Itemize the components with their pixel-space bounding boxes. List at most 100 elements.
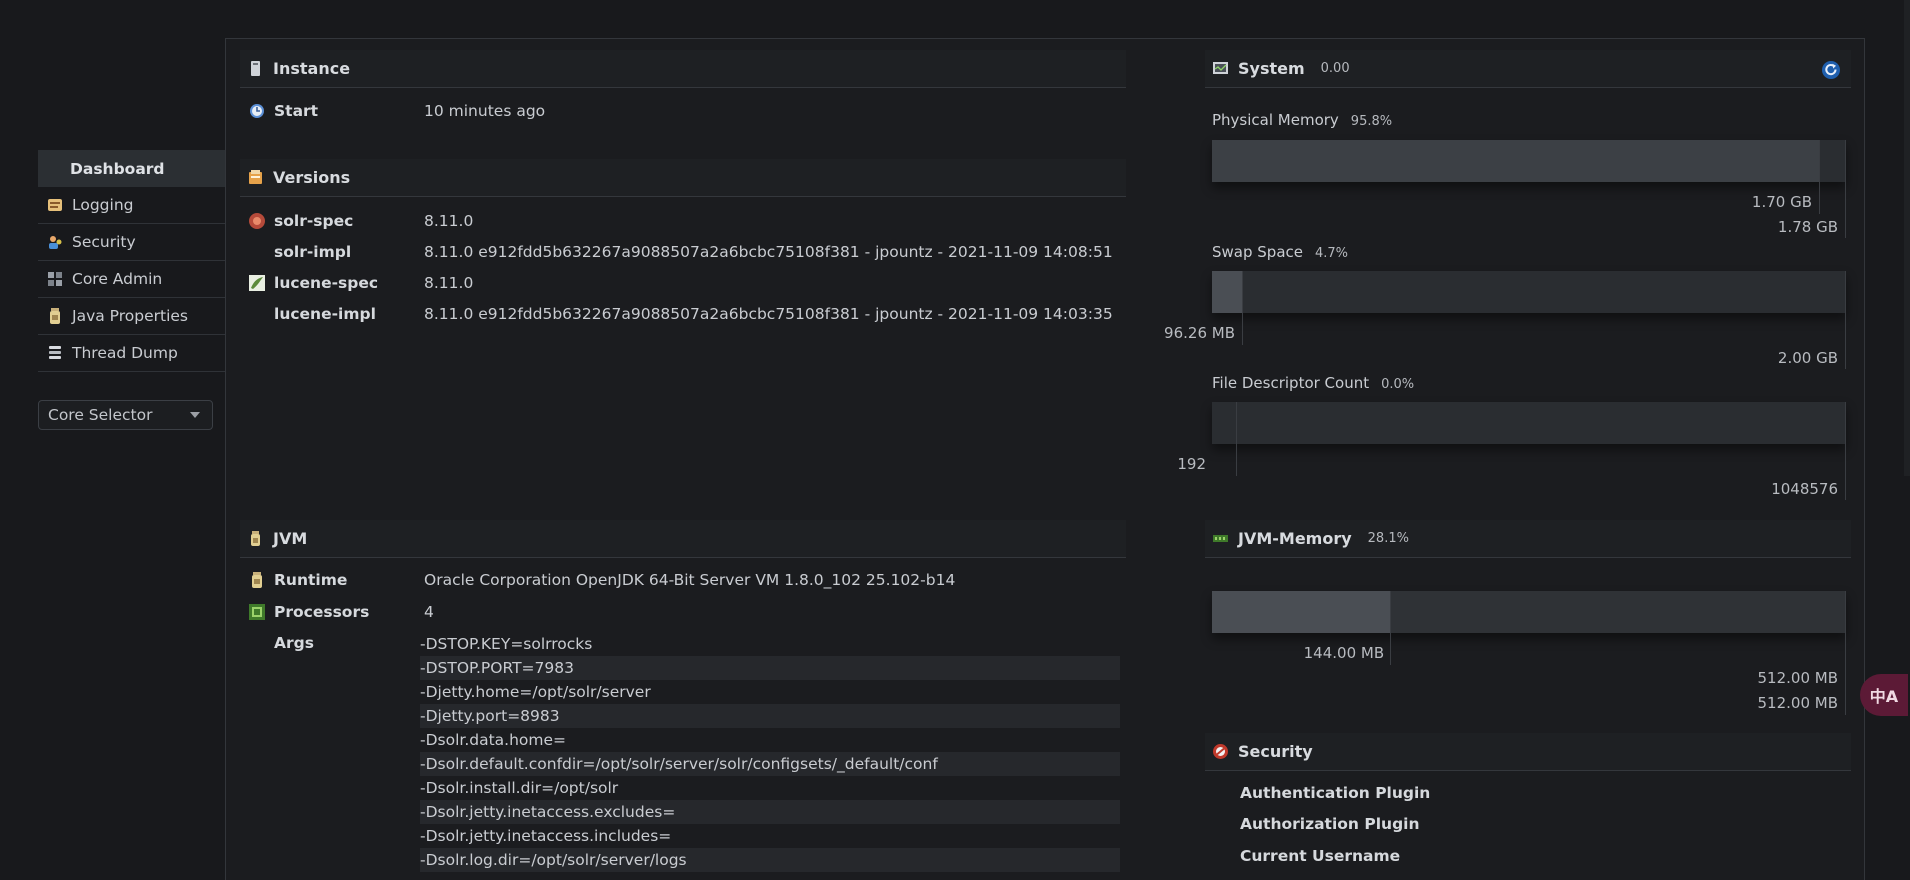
system-title: System xyxy=(1238,59,1305,78)
physical-memory-total-tick xyxy=(1845,140,1846,238)
version-label: lucene-spec xyxy=(274,274,379,292)
runtime-value: Oracle Corporation OpenJDK 64-Bit Server… xyxy=(424,571,956,589)
swap-space-percent: 4.7% xyxy=(1314,246,1349,261)
arg-item: -Dsolr.default.confdir=/opt/solr/server/… xyxy=(420,752,1120,776)
version-value: 8.11.0 e912fdd5b632267a9088507a2a6bcbc75… xyxy=(424,305,1113,323)
version-value: 8.11.0 e912fdd5b632267a9088507a2a6bcbc75… xyxy=(424,243,1113,261)
authorization-plugin-label: Authorization Plugin xyxy=(1240,815,1420,833)
jvm-memory-max: 512.00 MB xyxy=(1757,694,1839,712)
security-block-icon xyxy=(1213,744,1228,759)
file-descriptor-label: File Descriptor Count 0.0% xyxy=(1212,374,1414,392)
versions-header: Versions xyxy=(240,159,1126,197)
physical-memory-used: 1.70 GB xyxy=(1751,193,1812,211)
version-row-lucene-impl: lucene-impl 8.11.0 e912fdd5b632267a90885… xyxy=(248,301,1118,327)
sidebar-item-label: Dashboard xyxy=(70,159,165,178)
swap-space-used: 96.26 MB xyxy=(1164,324,1235,342)
physical-memory-used-tick xyxy=(1819,140,1821,214)
args-label: Args xyxy=(274,634,314,652)
arg-item: -Dsolr.data.home= xyxy=(420,731,567,749)
system-monitor-icon xyxy=(1213,62,1228,74)
jvm-memory-used-tick xyxy=(1390,591,1392,665)
thread-dump-icon xyxy=(49,346,61,359)
version-row-solr-spec: solr-spec 8.11.0 xyxy=(248,208,1118,234)
security-header: Security xyxy=(1205,733,1851,771)
jvm-header: JVM xyxy=(240,520,1126,558)
arg-item: -DSTOP.KEY=solrrocks xyxy=(420,635,593,653)
sidebar-item-logging[interactable]: Logging xyxy=(38,187,225,224)
swap-space-label: Swap Space 4.7% xyxy=(1212,243,1348,261)
swap-space-total: 2.00 GB xyxy=(1777,349,1838,367)
scrollbar[interactable] xyxy=(1904,0,1910,476)
file-descriptor-percent: 0.0% xyxy=(1381,377,1415,392)
arg-item: -Dsolr.log.dir=/opt/solr/server/logs xyxy=(420,848,1120,872)
file-descriptor-title: File Descriptor Count xyxy=(1212,374,1370,392)
version-value: 8.11.0 xyxy=(424,212,474,230)
versions-icon xyxy=(249,170,262,184)
arg-item: -Djetty.home=/opt/solr/server xyxy=(420,683,651,701)
security-icon xyxy=(49,236,62,249)
file-descriptor-total-tick xyxy=(1845,402,1846,500)
solr-icon xyxy=(249,213,265,229)
sidebar-item-label: Logging xyxy=(72,196,134,214)
refresh-icon[interactable] xyxy=(1821,60,1841,80)
instance-header: Instance xyxy=(240,50,1126,88)
jvm-processors-row: Processors 4 xyxy=(248,599,1118,625)
sidebar-item-thread-dump[interactable]: Thread Dump xyxy=(38,335,225,372)
sidebar-item-label: Core Admin xyxy=(72,270,163,288)
clock-icon xyxy=(250,104,264,118)
lucene-icon xyxy=(249,275,265,291)
jvm-memory-committed: 512.00 MB xyxy=(1757,669,1839,687)
jvm-memory-percent: 28.1% xyxy=(1367,531,1409,546)
logging-icon xyxy=(48,199,62,211)
jvm-args-list: -DSTOP.KEY=solrrocks -DSTOP.PORT=7983 -D… xyxy=(420,632,1120,872)
security-title: Security xyxy=(1238,742,1313,761)
version-row-lucene-spec: lucene-spec 8.11.0 xyxy=(248,270,1118,296)
version-value: 8.11.0 xyxy=(424,274,474,292)
sidebar-nav: Dashboard Logging Security Core Admin Ja… xyxy=(38,150,225,372)
jvm-args-label-row: Args xyxy=(248,630,418,656)
runtime-label: Runtime xyxy=(274,571,348,589)
sidebar-item-label: Java Properties xyxy=(72,307,189,325)
sidebar-item-dashboard[interactable]: Dashboard xyxy=(38,150,225,187)
jvm-memory-max-tick xyxy=(1845,591,1846,715)
java-icon xyxy=(252,572,262,588)
system-header: System 0.00 xyxy=(1205,50,1851,88)
file-descriptor-used-tick xyxy=(1236,402,1237,476)
sidebar-item-java-properties[interactable]: Java Properties xyxy=(38,298,225,335)
java-icon xyxy=(251,531,260,546)
system-load: 0.00 xyxy=(1320,61,1350,76)
sidebar-item-security[interactable]: Security xyxy=(38,224,225,261)
memory-icon xyxy=(1213,535,1228,542)
swap-space-used-tick xyxy=(1241,271,1243,345)
arg-item: -DSTOP.PORT=7983 xyxy=(420,656,1120,680)
sidebar-item-label: Security xyxy=(72,233,136,251)
physical-memory-fill xyxy=(1212,140,1820,182)
version-row-solr-impl: solr-impl 8.11.0 e912fdd5b632267a9088507… xyxy=(248,239,1118,265)
file-descriptor-total: 1048576 xyxy=(1771,480,1838,498)
sidebar-item-label: Thread Dump xyxy=(72,344,178,362)
chevron-down-icon xyxy=(190,412,200,418)
swap-space-bar xyxy=(1212,271,1846,313)
file-descriptor-bar xyxy=(1212,402,1846,444)
core-selector-dropdown[interactable]: Core Selector xyxy=(38,400,213,430)
jvm-memory-header: JVM-Memory 28.1% xyxy=(1205,520,1851,558)
swap-space-total-tick xyxy=(1845,271,1846,369)
arg-item: -Dsolr.install.dir=/opt/solr xyxy=(420,779,619,797)
authentication-plugin-label: Authentication Plugin xyxy=(1240,784,1431,802)
core-admin-icon xyxy=(48,272,62,286)
jvm-title: JVM xyxy=(273,529,308,548)
jvm-memory-title: JVM-Memory xyxy=(1238,529,1352,548)
file-descriptor-used: 192 xyxy=(1177,455,1206,473)
version-label: solr-spec xyxy=(274,212,354,230)
current-username-label: Current Username xyxy=(1240,847,1401,865)
jvm-memory-used: 144.00 MB xyxy=(1303,644,1385,662)
sidebar-item-core-admin[interactable]: Core Admin xyxy=(38,261,225,298)
arg-item: -Dsolr.jetty.inetaccess.includes= xyxy=(420,827,672,845)
core-selector-label: Core Selector xyxy=(48,406,153,424)
translate-button[interactable]: 中A xyxy=(1860,674,1908,716)
jvm-memory-used-fill xyxy=(1212,591,1391,633)
version-label: lucene-impl xyxy=(274,305,376,323)
arg-item: -Djetty.port=8983 xyxy=(420,704,1120,728)
physical-memory-total: 1.78 GB xyxy=(1777,218,1838,236)
java-properties-icon xyxy=(50,308,60,324)
